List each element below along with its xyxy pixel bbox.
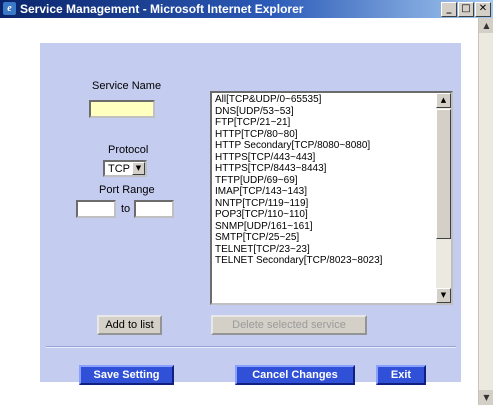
arrow-up-icon[interactable]: ▲ (479, 18, 493, 33)
service-list-item[interactable]: HTTP[TCP/80~80] (215, 129, 435, 141)
minimize-button[interactable]: _ (441, 2, 457, 17)
service-name-input[interactable] (89, 100, 155, 118)
save-setting-button[interactable]: Save Setting (79, 365, 174, 385)
chevron-down-icon[interactable]: ▼ (132, 162, 145, 175)
protocol-label: Protocol (108, 144, 149, 156)
service-list-item[interactable]: HTTPS[TCP/8443~8443] (215, 163, 435, 175)
service-list-item[interactable]: NNTP[TCP/119~119] (215, 198, 435, 210)
service-list-item[interactable]: TELNET[TCP/23~23] (215, 244, 435, 256)
arrow-up-icon[interactable]: ▲ (436, 93, 451, 108)
service-list[interactable]: All[TCP&UDP/0~65535] DNS[UDP/53~53] FTP[TC… (210, 91, 453, 305)
ie-icon: e (3, 2, 16, 15)
service-list-item[interactable]: All[TCP&UDP/0~65535] (215, 94, 435, 106)
page-content: Service Name Protocol TCP ▼ Port Range t… (0, 18, 478, 405)
arrow-down-icon[interactable]: ▼ (479, 390, 493, 405)
maximize-button[interactable]: □ (458, 2, 474, 17)
separator (46, 346, 456, 348)
service-list-item[interactable]: IMAP[TCP/143~143] (215, 186, 435, 198)
service-list-item[interactable]: HTTPS[TCP/443~443] (215, 152, 435, 164)
service-name-label: Service Name (92, 80, 162, 92)
service-list-item[interactable]: FTP[TCP/21~21] (215, 117, 435, 129)
arrow-down-icon[interactable]: ▼ (436, 288, 451, 303)
service-list-item[interactable]: SMTP[TCP/25~25] (215, 232, 435, 244)
close-button[interactable]: ✕ (475, 2, 491, 17)
service-list-items: All[TCP&UDP/0~65535] DNS[UDP/53~53] FTP[TC… (215, 94, 435, 267)
service-list-item[interactable]: POP3[TCP/110~110] (215, 209, 435, 221)
protocol-select[interactable]: TCP ▼ (103, 160, 147, 177)
service-list-item[interactable]: HTTP Secondary[TCP/8080~8080] (215, 140, 435, 152)
service-management-panel: Service Name Protocol TCP ▼ Port Range t… (40, 43, 461, 385)
protocol-value: TCP (108, 163, 130, 175)
page-scrollbar[interactable]: ▲ ▼ (478, 18, 493, 405)
service-list-item[interactable]: DNS[UDP/53~53] (215, 106, 435, 118)
service-list-item[interactable]: SNMP[UDP/161~161] (215, 221, 435, 233)
port-range-label: Port Range (99, 184, 155, 196)
service-list-item[interactable]: TFTP[UDP/69~69] (215, 175, 435, 187)
window-title: Service Management - Microsoft Internet … (20, 2, 304, 16)
service-list-item[interactable]: TELNET Secondary[TCP/8023~8023] (215, 255, 435, 267)
port-range-to-input[interactable] (134, 200, 174, 218)
window-controls: _ □ ✕ (440, 2, 491, 17)
to-label: to (121, 203, 131, 215)
add-to-list-button[interactable]: Add to list (97, 315, 162, 335)
delete-selected-service-button[interactable]: Delete selected service (211, 315, 367, 335)
exit-button[interactable]: Exit (376, 365, 426, 385)
cancel-changes-button[interactable]: Cancel Changes (235, 365, 355, 385)
port-range-from-input[interactable] (76, 200, 116, 218)
scroll-thumb[interactable] (436, 109, 451, 239)
window-titlebar: e Service Management - Microsoft Interne… (0, 0, 493, 18)
service-list-scrollbar[interactable]: ▲ ▼ (436, 93, 451, 303)
